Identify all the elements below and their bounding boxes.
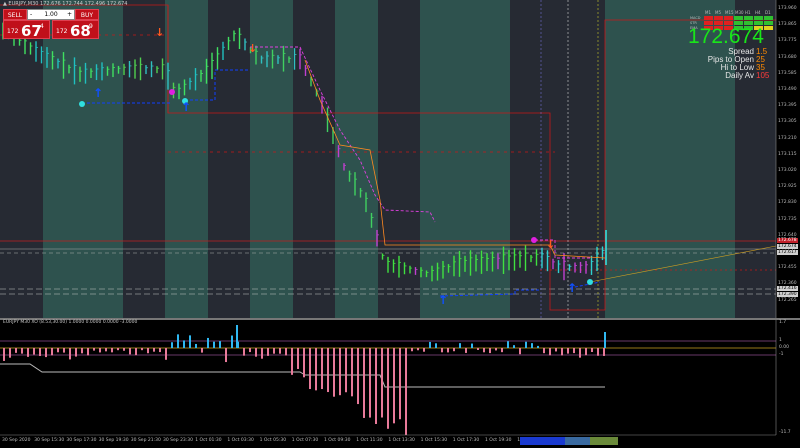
buy-price-pip: 9 <box>89 23 93 30</box>
timeframe-label: M30 <box>735 10 744 15</box>
timeframe-cell <box>764 26 773 30</box>
price-axis-bg <box>776 0 800 318</box>
price-axis-label: 172.455 <box>778 265 797 271</box>
timeframe-label: H1 <box>745 10 751 15</box>
buy-arrow-icon: ↑ <box>438 293 448 307</box>
sell-arrow-icon: ↓ <box>248 42 257 55</box>
price-axis-label: 172.925 <box>778 184 797 190</box>
timeframe-cell <box>734 16 743 20</box>
price-axis-label: 173.775 <box>778 38 797 44</box>
time-axis-label: 1 Oct 09:30 <box>324 438 351 443</box>
time-axis-label: 1 Oct 17:30 <box>452 438 480 443</box>
time-axis-label: 1 Oct 19:30 <box>485 438 512 443</box>
timeframe-row-label: STR <box>690 21 697 25</box>
price-axis-label: 173.115 <box>778 151 797 157</box>
price-tag: 172.674 <box>777 244 798 249</box>
time-axis-label: 1 Oct 13:30 <box>388 438 415 443</box>
price-axis-label: 173.020 <box>778 168 797 173</box>
price-axis-label: 173.960 <box>778 6 797 11</box>
price-axis-label: 172.265 <box>778 297 797 303</box>
time-axis-label: 1 Oct 05:30 <box>259 438 287 443</box>
indicator-title: EURJPY M30 XO (8.53,30.00) 1.0000 0.0000… <box>3 320 138 325</box>
lot-size-input[interactable]: - 1.00 + <box>27 9 75 20</box>
info-value: 105 <box>756 71 770 80</box>
timeframe-row-label: MACD <box>690 16 701 20</box>
indicator-axis-label: 1 <box>779 338 782 343</box>
time-axis-label: 1 <box>517 438 521 443</box>
cyan-dot <box>79 101 85 107</box>
indicator-axis-label: -11.7 <box>779 430 791 435</box>
indicator-axis-label: 0.00 <box>779 345 790 350</box>
timeframe-row-label: EMA <box>690 26 698 30</box>
timeframe-label: H4 <box>755 10 761 15</box>
time-marker-green <box>590 437 618 445</box>
timeframe-label: M5 <box>715 10 721 15</box>
time-axis-label: 1 Oct 03:30 <box>227 438 254 443</box>
time-axis-label: 30 Sep 23:30 <box>163 438 194 443</box>
price-axis-label: 173.680 <box>778 54 797 60</box>
price-tag: 172.390 <box>777 292 798 297</box>
price-axis-label: 173.585 <box>778 70 797 76</box>
buy-button[interactable]: BUY <box>75 9 99 20</box>
sell-price-box[interactable]: 172 67 4 <box>3 20 50 40</box>
time-axis-label: 30 Sep 21:30 <box>130 438 161 443</box>
price-axis-label: 173.210 <box>778 135 797 141</box>
info-daily-avg: Daily Av 105 <box>690 71 770 81</box>
sell-arrow-icon: ↓ <box>155 26 164 39</box>
timeframe-label: D1 <box>765 10 771 15</box>
price-axis-label: 172.830 <box>778 200 797 206</box>
time-axis-label: 30 Sep 19:30 <box>98 438 129 443</box>
info-label: Daily Av <box>725 71 754 80</box>
chart-title: ▲ EURJPY,M30 172.676 172.744 172.496 172… <box>3 1 128 7</box>
cyan-dot <box>587 279 593 285</box>
time-axis-label: 1 Oct 07:30 <box>291 438 319 443</box>
price-axis-label: 173.490 <box>778 87 797 92</box>
sell-price-pip: 4 <box>40 23 44 30</box>
indicator-axis-label: 1.7 <box>779 320 787 325</box>
sell-button[interactable]: SELL <box>3 9 27 20</box>
timeframe-label: M1 <box>705 10 711 15</box>
one-click-trading-panel: SELL - 1.00 + BUY 172 67 4 172 68 9 <box>3 9 99 40</box>
buy-price-main: 68 <box>70 22 91 40</box>
time-axis-label: 1 Oct 01:30 <box>195 438 222 443</box>
price-axis-label: 173.395 <box>778 103 797 109</box>
time-marker-blue <box>520 437 565 445</box>
timeframe-cell <box>724 16 733 20</box>
timeframe-label: M15 <box>725 10 734 15</box>
price-tag: 172.617 <box>777 250 798 255</box>
time-axis-label: 30 Sep 15:30 <box>34 438 65 443</box>
buy-arrow-icon: ↑ <box>567 281 577 295</box>
indicator-axis-label: -1 <box>779 352 784 357</box>
timeframe-cell <box>714 16 723 20</box>
buy-price-box[interactable]: 172 68 9 <box>52 20 99 40</box>
time-axis-label: 30 Sep 17:30 <box>66 438 97 443</box>
time-axis-label: 1 Oct 11:30 <box>356 438 383 443</box>
price-axis-label: 172.735 <box>778 216 797 222</box>
buy-arrow-icon: ↑ <box>181 100 191 114</box>
timeframe-cell <box>704 16 713 20</box>
magenta-dot <box>531 237 537 243</box>
lot-increase-button[interactable]: + <box>67 10 72 19</box>
timeframe-cell <box>754 16 763 20</box>
sell-arrow-icon: ↓ <box>546 238 555 251</box>
sell-price-main: 67 <box>21 22 42 40</box>
current-price: 172.674 <box>688 25 764 48</box>
price-axis-label: 173.865 <box>778 22 797 28</box>
price-tag: 172.678 <box>777 238 798 243</box>
timeframe-cell <box>764 16 773 20</box>
timeframe-cell <box>764 21 773 25</box>
magenta-dot <box>169 89 175 95</box>
time-axis-label: 1 Oct 15:30 <box>420 438 448 443</box>
price-chart[interactable]: ↓ ↓ ↓ ↑ ↑ ↑ ↑ <box>0 0 800 448</box>
time-axis-label: 30 Sep 2020 <box>2 438 31 443</box>
timeframe-cell <box>744 16 753 20</box>
sell-price-prefix: 172 <box>7 28 19 35</box>
time-marker <box>565 437 590 445</box>
price-tag: 172.416 <box>777 286 798 291</box>
buy-price-prefix: 172 <box>56 28 68 35</box>
buy-arrow-icon: ↑ <box>93 86 103 100</box>
price-axis-label: 173.305 <box>778 119 797 125</box>
